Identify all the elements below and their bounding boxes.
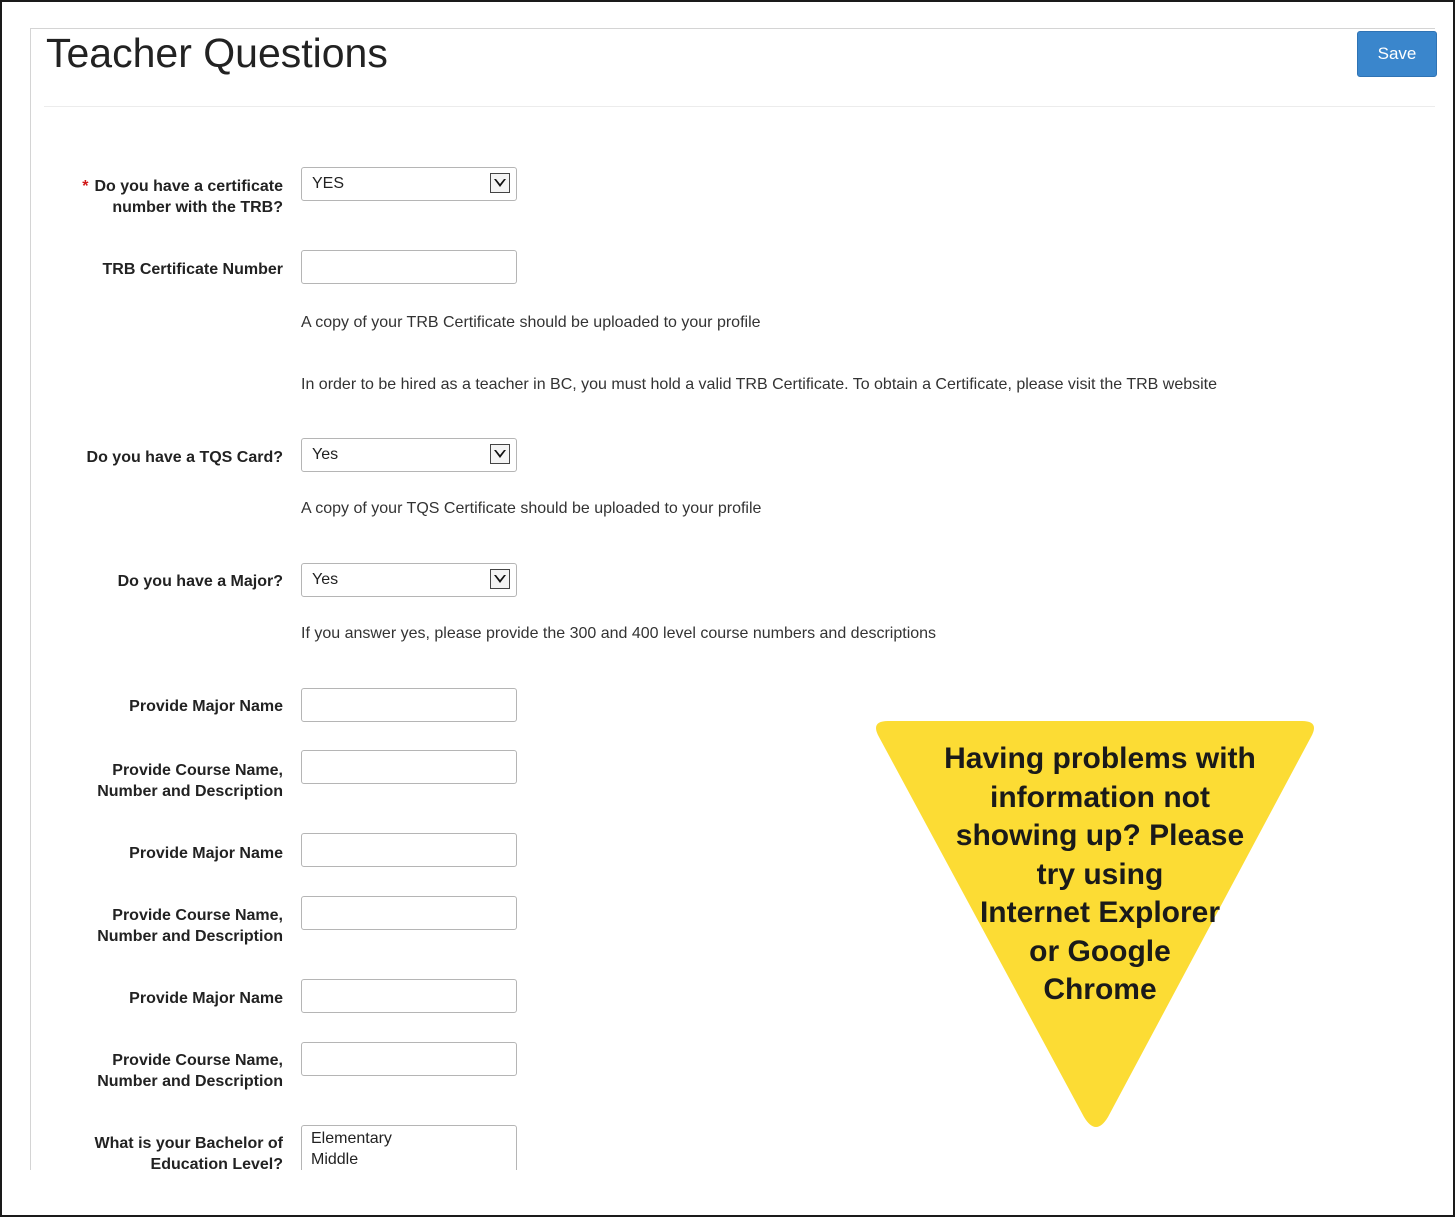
page-title: Teacher Questions xyxy=(46,30,388,76)
required-marker: * xyxy=(82,178,89,195)
major-name-input[interactable] xyxy=(301,833,517,867)
course-label: Provide Course Name, Number and Descript… xyxy=(97,1050,283,1092)
major-select-value: Yes xyxy=(312,571,339,588)
tqs-card-select-value: Yes xyxy=(312,446,339,463)
tqs-upload-help: A copy of your TQS Certificate should be… xyxy=(301,500,762,517)
title-divider xyxy=(44,106,1435,107)
tqs-card-select[interactable]: Yes xyxy=(301,438,517,472)
major-help: If you answer yes, please provide the 30… xyxy=(301,625,937,642)
panel-left-border xyxy=(30,28,31,1170)
trb-requirement-help: In order to be hired as a teacher in BC,… xyxy=(301,376,1218,393)
trb-number-input[interactable] xyxy=(301,250,517,284)
panel-top-border xyxy=(30,28,1435,29)
course-label: Provide Course Name, Number and Descript… xyxy=(97,760,283,802)
trb-certificate-select-value: YES xyxy=(312,175,345,192)
major-question-label: Do you have a Major? xyxy=(117,573,283,590)
trb-question-label-line1: Do you have a certificate xyxy=(94,178,283,195)
course-label: Provide Course Name, Number and Descript… xyxy=(97,905,283,947)
course-label-line1: Provide Course Name, xyxy=(112,1052,283,1069)
major-name-input[interactable] xyxy=(301,979,517,1013)
callout-line: information not xyxy=(990,780,1210,814)
trb-question-label-line2: number with the TRB? xyxy=(112,199,283,216)
chevron-down-icon xyxy=(490,444,510,464)
trb-question-label: * Do you have a certificate number with t… xyxy=(82,176,283,218)
tqs-question-label: Do you have a TQS Card? xyxy=(86,449,283,466)
course-label-line2: Number and Description xyxy=(97,928,283,945)
chevron-down-icon xyxy=(490,173,510,193)
trb-upload-help: A copy of your TRB Certificate should be… xyxy=(301,314,761,331)
major-name-label: Provide Major Name xyxy=(129,698,283,715)
major-select[interactable]: Yes xyxy=(301,563,517,597)
callout-line: Having problems with xyxy=(944,742,1256,775)
course-label-line2: Number and Description xyxy=(97,1073,283,1090)
bed-level-option[interactable]: Middle xyxy=(302,1149,516,1170)
callout-line: showing up? Please xyxy=(955,819,1245,852)
chevron-down-icon xyxy=(490,569,510,589)
bed-level-label: What is your Bachelor of Education Level… xyxy=(95,1133,283,1175)
save-button[interactable]: Save xyxy=(1357,31,1437,77)
major-name-label: Provide Major Name xyxy=(129,845,283,862)
course-input[interactable] xyxy=(301,750,517,784)
course-label-line1: Provide Course Name, xyxy=(112,762,283,779)
course-label-line1: Provide Course Name, xyxy=(112,907,283,924)
callout-line: Chrome xyxy=(1043,973,1157,1006)
callout-line: or Google xyxy=(1029,934,1171,968)
crop-area xyxy=(2,1170,1451,1213)
bed-level-option[interactable]: Elementary xyxy=(302,1126,516,1149)
bed-level-listbox[interactable]: Elementary Middle xyxy=(301,1125,517,1173)
major-name-label: Provide Major Name xyxy=(129,990,283,1007)
callout-line: try using xyxy=(1036,857,1164,891)
trb-number-label: TRB Certificate Number xyxy=(102,261,283,278)
course-label-line2: Number and Description xyxy=(97,783,283,800)
trb-certificate-select[interactable]: YES xyxy=(301,167,517,201)
callout-message: Having problems with information not sho… xyxy=(915,740,1285,1010)
course-input[interactable] xyxy=(301,896,517,930)
callout-line: Internet Explorer xyxy=(979,896,1221,929)
major-name-input[interactable] xyxy=(301,688,517,722)
bed-level-label-line1: What is your Bachelor of xyxy=(94,1135,283,1152)
course-input[interactable] xyxy=(301,1042,517,1076)
